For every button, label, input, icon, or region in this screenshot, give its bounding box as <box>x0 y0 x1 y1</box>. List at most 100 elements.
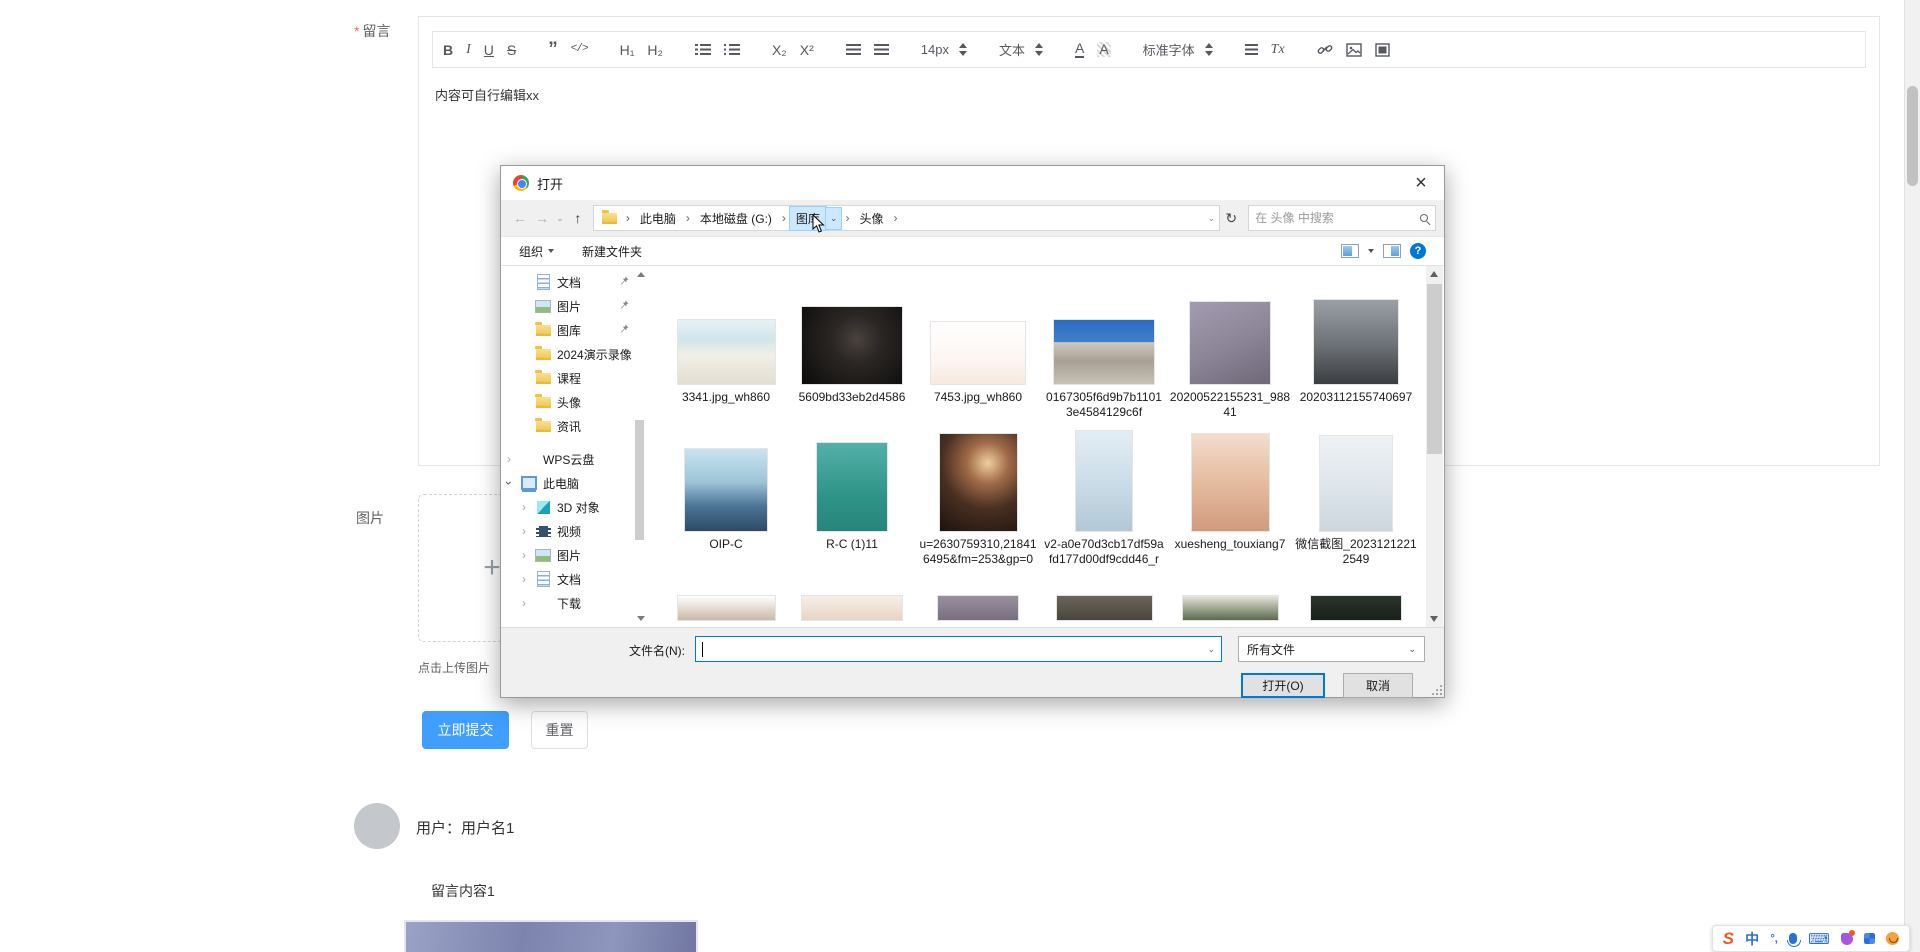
font-size-select[interactable]: 14px <box>921 42 967 57</box>
sidebar-scrollbar-thumb[interactable] <box>635 420 644 540</box>
submit-button[interactable]: 立即提交 <box>422 711 509 749</box>
ime-skin-icon[interactable] <box>1841 933 1853 945</box>
clear-format-button[interactable]: Tx <box>1271 43 1285 57</box>
sidebar-item[interactable]: 2024演示录像 <box>501 342 629 366</box>
expand-arrow-icon[interactable] <box>522 548 526 562</box>
insert-video-icon[interactable] <box>1375 43 1390 57</box>
outdent-icon[interactable] <box>846 44 861 55</box>
bullet-list-icon[interactable] <box>724 44 740 55</box>
sidebar-scrollbar[interactable] <box>635 270 645 623</box>
page-scrollbar[interactable] <box>1904 0 1920 952</box>
italic-button[interactable]: I <box>466 43 471 57</box>
dialog-titlebar[interactable]: 打开 <box>501 166 1444 200</box>
breadcrumb-item[interactable]: 本地磁盘 (G:) <box>694 207 790 230</box>
file-item[interactable]: 0167305f6d9b7b11013e4584129c6f <box>1041 274 1167 420</box>
expand-arrow-icon[interactable] <box>502 481 516 485</box>
font-color-button[interactable]: A <box>1075 41 1084 58</box>
file-item-partial[interactable] <box>1293 596 1419 620</box>
strikethrough-button[interactable]: S <box>507 43 516 57</box>
subscript-button[interactable]: X₂ <box>772 43 787 57</box>
history-dropdown-icon[interactable] <box>553 213 567 224</box>
search-input[interactable] <box>1249 211 1409 225</box>
scroll-down-icon[interactable] <box>1430 616 1438 622</box>
file-item[interactable]: v2-a0e70d3cb17df59afd177d00df9cdd46_r <box>1041 421 1167 567</box>
sidebar-item[interactable]: 图库 <box>501 318 629 342</box>
sidebar-tree-item[interactable]: 图片 <box>501 543 629 567</box>
file-item[interactable]: 7453.jpg_wh860 <box>915 274 1041 420</box>
microphone-icon[interactable] <box>1789 933 1797 944</box>
editor-content[interactable]: 内容可自行编辑xx <box>435 85 539 104</box>
scroll-up-icon[interactable] <box>637 272 645 277</box>
ime-toolbox-icon[interactable] <box>1864 933 1875 944</box>
resize-grip[interactable] <box>1431 684 1442 695</box>
sidebar-tree-item[interactable]: 此电脑 <box>501 471 629 495</box>
bold-button[interactable]: B <box>443 43 453 57</box>
sidebar-tree-item[interactable]: WPS云盘 <box>501 447 629 471</box>
refresh-icon[interactable] <box>1220 210 1242 227</box>
filetype-select[interactable]: 所有文件 <box>1238 636 1425 662</box>
address-dropdown-icon[interactable] <box>1208 213 1216 224</box>
blockquote-button[interactable]: ” <box>548 44 558 56</box>
file-item[interactable]: 20203112155740697 <box>1293 274 1419 420</box>
file-item-partial[interactable] <box>789 596 915 620</box>
sidebar-tree-item[interactable]: 文档 <box>501 567 629 591</box>
sidebar-tree-item[interactable]: 视频 <box>501 519 629 543</box>
file-grid-scrollbar-thumb[interactable] <box>1427 284 1442 454</box>
heading1-button[interactable]: H₁ <box>620 43 635 57</box>
file-item[interactable]: u=2630759310,218416495&fm=253&gp=0 <box>915 421 1041 567</box>
file-item-partial[interactable] <box>915 596 1041 620</box>
filename-input[interactable] <box>696 637 1221 661</box>
ime-punctuation-icon[interactable]: °, <box>1770 933 1777 945</box>
file-item[interactable]: 微信截图_20231212212549 <box>1293 421 1419 567</box>
breadcrumb-item[interactable]: 此电脑 <box>634 207 694 230</box>
file-item-partial[interactable] <box>663 596 789 620</box>
text-type-select[interactable]: 文本 <box>999 40 1043 59</box>
forward-icon[interactable] <box>531 210 553 226</box>
font-family-select[interactable]: 标准字体 <box>1143 40 1213 59</box>
filename-input-box[interactable] <box>695 636 1222 662</box>
sidebar-item[interactable]: 课程 <box>501 366 629 390</box>
filename-dropdown-icon[interactable] <box>1207 644 1215 655</box>
file-item[interactable]: 20200522155231_98841 <box>1167 274 1293 420</box>
help-icon[interactable] <box>1410 243 1426 259</box>
up-icon[interactable] <box>567 210 589 226</box>
emoji-icon[interactable] <box>1886 932 1899 945</box>
expand-arrow-icon[interactable] <box>507 452 511 466</box>
close-icon[interactable] <box>1404 166 1438 200</box>
sidebar-item[interactable]: 头像 <box>501 390 629 414</box>
cancel-button[interactable]: 取消 <box>1343 673 1413 698</box>
page-scrollbar-thumb[interactable] <box>1907 86 1918 186</box>
sogou-logo-icon[interactable]: S <box>1723 929 1734 949</box>
back-icon[interactable] <box>509 210 531 226</box>
organize-button[interactable]: 组织 <box>519 243 554 260</box>
file-item[interactable]: 3341.jpg_wh860 <box>663 274 789 420</box>
breadcrumb-dropdown[interactable] <box>826 208 842 229</box>
sidebar-tree-item[interactable]: 3D 对象 <box>501 495 629 519</box>
file-item-partial[interactable] <box>1167 596 1293 620</box>
expand-arrow-icon[interactable] <box>522 596 526 610</box>
file-item[interactable]: 5609bd33eb2d4586 <box>789 274 915 420</box>
indent-icon[interactable] <box>874 44 889 55</box>
sidebar-tree-item[interactable]: 下载 <box>501 591 629 615</box>
reset-button[interactable]: 重置 <box>531 711 588 749</box>
expand-arrow-icon[interactable] <box>522 500 526 514</box>
underline-button[interactable]: U <box>484 43 494 57</box>
ordered-list-icon[interactable] <box>695 44 711 55</box>
code-button[interactable]: </> <box>571 44 588 55</box>
insert-image-icon[interactable] <box>1346 43 1362 57</box>
scroll-down-icon[interactable] <box>637 616 645 621</box>
preview-pane-icon[interactable] <box>1383 244 1401 258</box>
view-mode-dropdown-icon[interactable] <box>1368 249 1374 253</box>
file-item[interactable]: xuesheng_touxiang7 <box>1167 421 1293 567</box>
highlight-color-button[interactable]: A <box>1097 42 1110 57</box>
breadcrumb-item[interactable]: 头像 <box>853 207 901 230</box>
address-bar[interactable]: 此电脑 本地磁盘 (G:) 图库 头像 <box>593 205 1220 231</box>
file-item[interactable]: OIP-C <box>663 421 789 567</box>
ime-language-indicator[interactable]: 中 <box>1745 929 1759 949</box>
keyboard-icon[interactable]: ⌨ <box>1808 930 1830 948</box>
sidebar-item[interactable]: 文档 <box>501 270 629 294</box>
expand-arrow-icon[interactable] <box>522 572 526 586</box>
align-icon[interactable] <box>1245 44 1258 55</box>
sidebar-item[interactable]: 图片 <box>501 294 629 318</box>
file-grid-scrollbar[interactable] <box>1426 266 1443 627</box>
